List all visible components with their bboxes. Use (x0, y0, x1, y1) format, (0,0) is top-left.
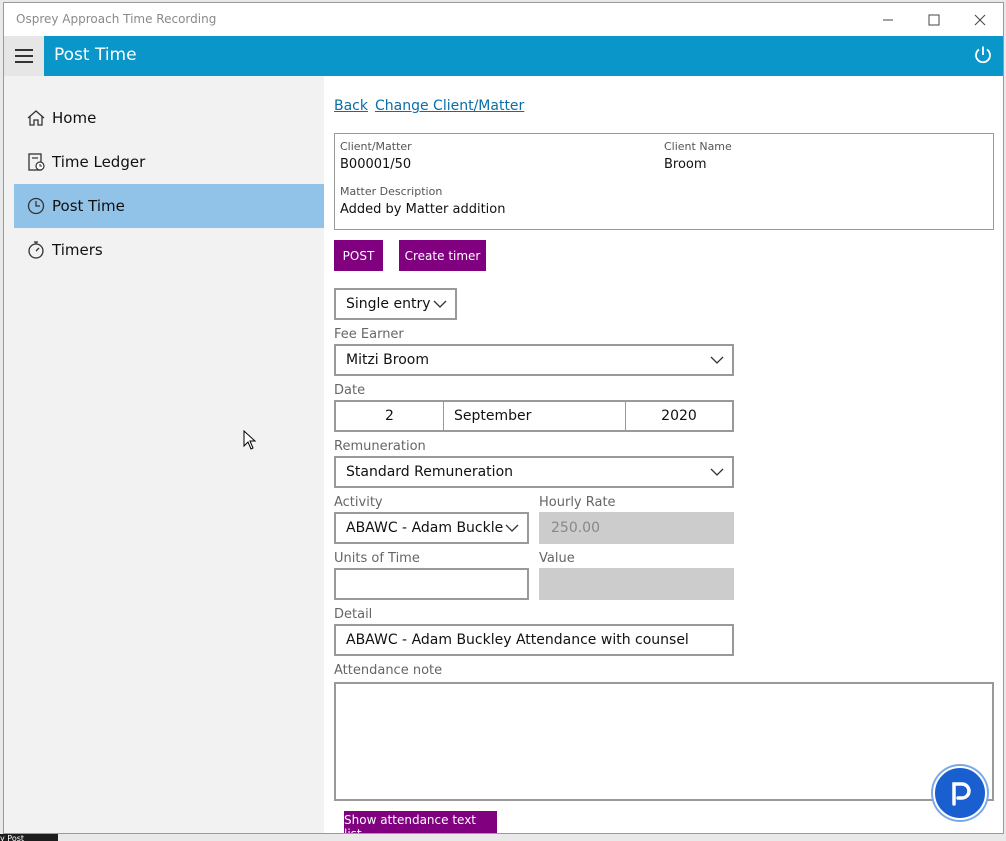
back-link[interactable]: Back (334, 98, 368, 114)
hamburger-menu-button[interactable] (4, 36, 44, 76)
hourly-rate-field: 250.00 (539, 512, 734, 544)
menu-icon-line (15, 55, 33, 57)
sidebar-item-label: Post Time (52, 197, 125, 215)
minimize-icon (883, 19, 893, 20)
menu-icon-line (15, 49, 33, 51)
minimize-button[interactable] (865, 3, 911, 36)
value-field (539, 568, 734, 600)
date-year[interactable]: 2020 (626, 402, 732, 430)
fee-earner-value: Mitzi Broom (346, 352, 429, 368)
value-label: Value (539, 551, 575, 566)
sidebar: Home Time Ledger Post Time Timers (4, 76, 324, 833)
entry-mode-value: Single entry (346, 296, 431, 312)
detail-value: ABAWC - Adam Buckley Attendance with cou… (346, 632, 689, 648)
date-picker[interactable]: 2 September 2020 (334, 400, 734, 432)
chevron-down-icon (505, 524, 519, 532)
sidebar-item-post-time[interactable]: Post Time (14, 184, 324, 228)
detail-input[interactable]: ABAWC - Adam Buckley Attendance with cou… (334, 624, 734, 656)
date-day[interactable]: 2 (336, 402, 444, 430)
sidebar-item-label: Timers (52, 241, 103, 259)
units-of-time-input[interactable] (334, 568, 529, 600)
mouse-cursor-icon (243, 430, 257, 450)
app-window: Osprey Approach Time Recording Post Time… (3, 2, 1004, 834)
maximize-button[interactable] (911, 3, 957, 36)
taskbar-fragment: y Post (0, 834, 58, 841)
date-label: Date (334, 383, 366, 398)
title-bar[interactable]: Osprey Approach Time Recording (4, 3, 1003, 36)
sidebar-item-timers[interactable]: Timers (14, 228, 324, 272)
remuneration-dropdown[interactable]: Standard Remuneration (334, 456, 734, 488)
power-icon[interactable] (973, 45, 993, 65)
chevron-down-icon (710, 468, 724, 476)
menu-icon-line (15, 61, 33, 63)
app-bar: Post Time (4, 36, 1003, 76)
post-button[interactable]: POST (334, 240, 383, 271)
show-attendance-text-list-button[interactable]: Show attendance text list (344, 811, 497, 833)
client-name-label: Client Name (664, 140, 732, 153)
sidebar-item-home[interactable]: Home (14, 96, 324, 140)
close-button[interactable] (957, 3, 1003, 36)
chevron-down-icon (710, 356, 724, 364)
detail-label: Detail (334, 607, 373, 622)
activity-dropdown[interactable]: ABAWC - Adam Buckle (334, 512, 529, 544)
close-icon (974, 14, 986, 25)
sidebar-item-label: Home (52, 109, 97, 127)
attendance-note-textarea[interactable] (334, 682, 994, 801)
remuneration-label: Remuneration (334, 439, 426, 454)
matter-description-label: Matter Description (340, 185, 443, 198)
client-matter-info-box: Client/Matter B00001/50 Client Name Broo… (334, 133, 994, 230)
attendance-note-label: Attendance note (334, 663, 443, 678)
client-name-value: Broom (664, 157, 707, 172)
remuneration-value: Standard Remuneration (346, 464, 514, 480)
create-timer-button[interactable]: Create timer (399, 240, 486, 271)
client-matter-value: B00001/50 (340, 157, 412, 172)
clock-icon (26, 196, 46, 216)
fee-earner-label: Fee Earner (334, 327, 404, 342)
maximize-icon (928, 14, 940, 25)
units-of-time-label: Units of Time (334, 551, 420, 566)
window-title: Osprey Approach Time Recording (16, 12, 217, 26)
osprey-help-button[interactable] (933, 766, 987, 820)
sidebar-item-time-ledger[interactable]: Time Ledger (14, 140, 324, 184)
change-client-matter-link[interactable]: Change Client/Matter (375, 98, 524, 114)
activity-label: Activity (334, 495, 383, 510)
hourly-rate-label: Hourly Rate (539, 495, 616, 510)
client-matter-label: Client/Matter (340, 140, 412, 153)
osprey-logo-icon (952, 782, 971, 806)
matter-description-value: Added by Matter addition (340, 202, 506, 217)
home-icon (26, 108, 46, 128)
activity-value: ABAWC - Adam Buckle (346, 520, 504, 536)
sidebar-item-label: Time Ledger (52, 153, 146, 171)
stopwatch-icon (26, 240, 46, 260)
hourly-rate-value: 250.00 (551, 520, 600, 536)
page-title: Post Time (54, 45, 137, 65)
entry-mode-dropdown[interactable]: Single entry (334, 288, 457, 320)
main-content: Back Change Client/Matter Client/Matter … (324, 76, 1003, 833)
fee-earner-dropdown[interactable]: Mitzi Broom (334, 344, 734, 376)
date-month[interactable]: September (444, 402, 626, 430)
ledger-icon (26, 152, 46, 172)
chevron-down-icon (433, 300, 447, 308)
